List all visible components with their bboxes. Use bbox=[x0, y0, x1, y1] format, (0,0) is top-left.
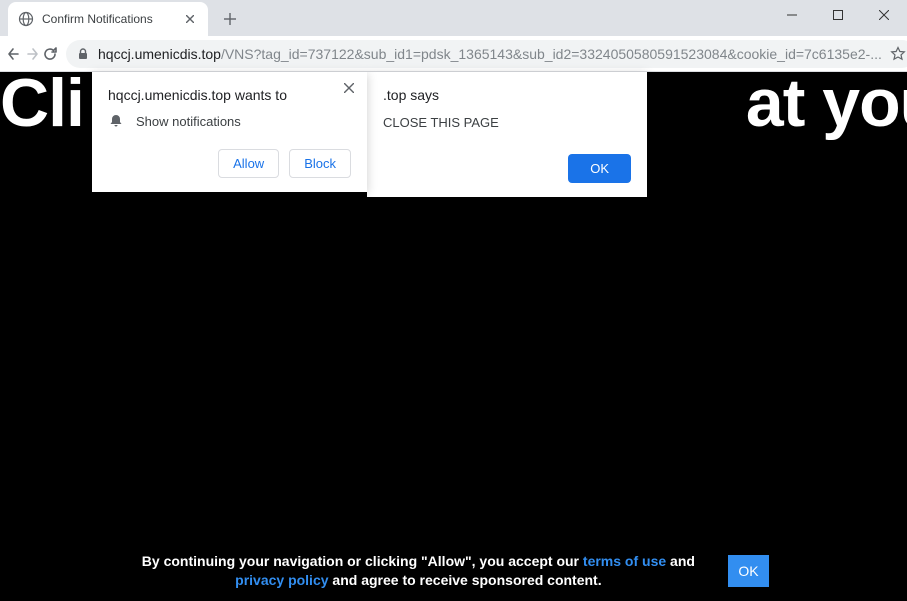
tab-active[interactable]: Confirm Notifications bbox=[8, 2, 208, 36]
arrow-right-icon bbox=[24, 46, 40, 62]
bell-icon bbox=[108, 113, 124, 129]
consent-ok-button[interactable]: OK bbox=[728, 555, 768, 587]
permission-row: Show notifications bbox=[108, 113, 351, 129]
toolbar: hqccj.umenicdis.top/VNS?tag_id=737122&su… bbox=[0, 36, 907, 72]
minimize-icon bbox=[787, 10, 797, 20]
consent-text: By continuing your navigation or clickin… bbox=[138, 552, 698, 591]
forward-button bbox=[24, 40, 40, 68]
js-alert-message: CLOSE THIS PAGE bbox=[383, 115, 631, 130]
window-controls bbox=[769, 0, 907, 30]
tab-title: Confirm Notifications bbox=[42, 12, 182, 26]
reload-icon bbox=[42, 46, 58, 62]
close-icon bbox=[879, 10, 889, 20]
back-button[interactable] bbox=[6, 40, 22, 68]
maximize-icon bbox=[833, 10, 843, 20]
tab-close-button[interactable] bbox=[182, 11, 198, 27]
minimize-button[interactable] bbox=[769, 0, 815, 30]
popup-close-button[interactable] bbox=[341, 80, 357, 96]
reload-button[interactable] bbox=[42, 40, 58, 68]
allow-button[interactable]: Allow bbox=[218, 149, 279, 178]
privacy-link[interactable]: privacy policy bbox=[235, 572, 328, 588]
address-bar[interactable]: hqccj.umenicdis.top/VNS?tag_id=737122&su… bbox=[66, 40, 907, 68]
close-icon bbox=[186, 15, 194, 23]
permission-label: Show notifications bbox=[136, 114, 241, 129]
terms-link[interactable]: terms of use bbox=[583, 553, 666, 569]
lock-icon[interactable] bbox=[76, 47, 90, 61]
maximize-button[interactable] bbox=[815, 0, 861, 30]
arrow-left-icon bbox=[6, 46, 22, 62]
url-text: hqccj.umenicdis.top/VNS?tag_id=737122&su… bbox=[98, 46, 882, 62]
consent-bar: By continuing your navigation or clickin… bbox=[0, 552, 907, 591]
js-alert-dialog: .top says CLOSE THIS PAGE OK bbox=[367, 72, 647, 197]
star-icon bbox=[890, 46, 906, 62]
close-window-button[interactable] bbox=[861, 0, 907, 30]
close-icon bbox=[344, 83, 354, 93]
plus-icon bbox=[224, 13, 236, 25]
block-button[interactable]: Block bbox=[289, 149, 351, 178]
notification-permission-popup: hqccj.umenicdis.top wants to Show notifi… bbox=[92, 72, 367, 192]
js-alert-ok-button[interactable]: OK bbox=[568, 154, 631, 183]
bookmark-button[interactable] bbox=[890, 46, 906, 62]
new-tab-button[interactable] bbox=[216, 5, 244, 33]
permission-title: hqccj.umenicdis.top wants to bbox=[108, 87, 351, 103]
globe-icon bbox=[18, 11, 34, 27]
js-alert-origin: .top says bbox=[383, 87, 631, 103]
